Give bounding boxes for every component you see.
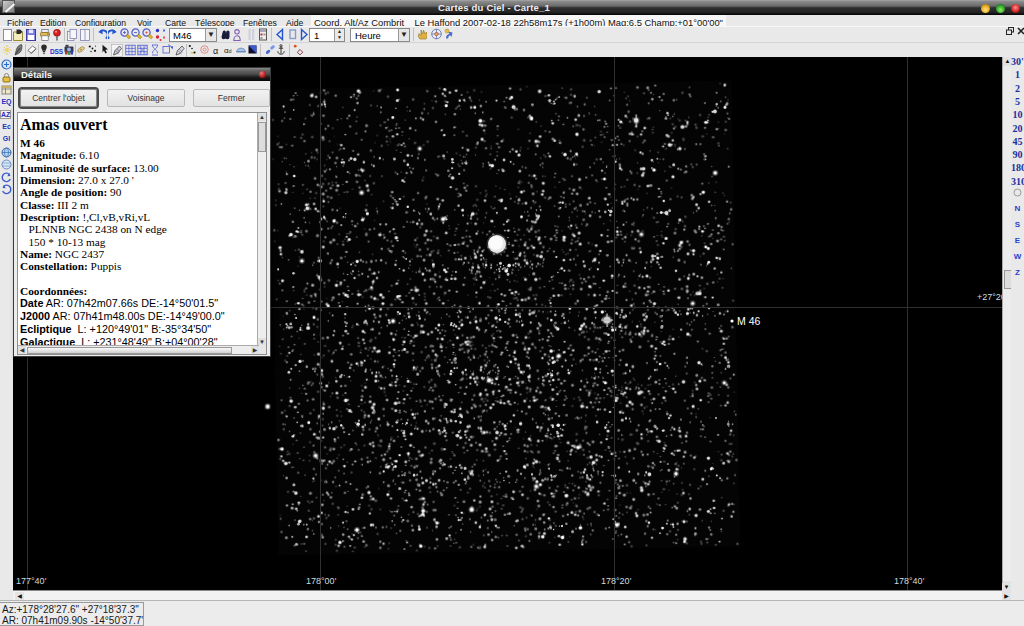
svg-text:M 46: M 46 xyxy=(737,315,761,327)
svg-text:177°40': 177°40' xyxy=(16,576,47,586)
svg-text:178°00': 178°00' xyxy=(306,576,337,586)
svg-text:+27°20': +27°20' xyxy=(977,292,1002,302)
svg-text:178°40': 178°40' xyxy=(894,576,925,586)
svg-text:178°20': 178°20' xyxy=(601,576,632,586)
